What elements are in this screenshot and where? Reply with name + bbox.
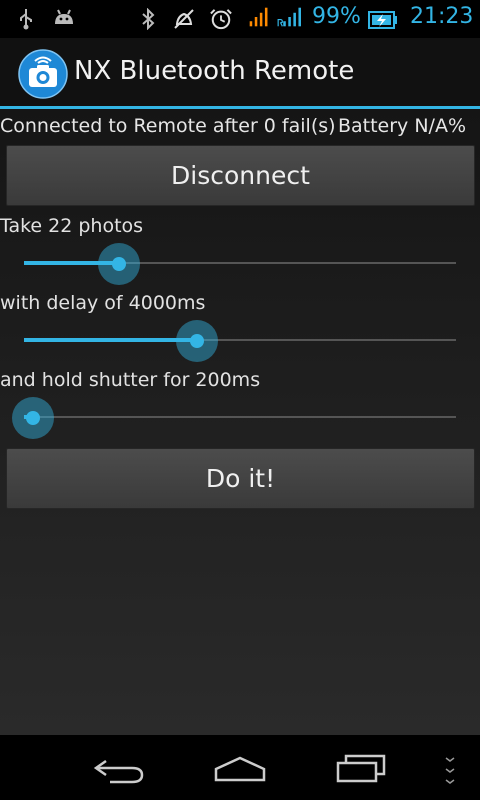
mute-icon [174,9,194,29]
main-content: Connected to Remote after 0 fail(s) Batt… [0,109,480,735]
shutter-hold-slider[interactable] [12,397,456,439]
delay-slider[interactable] [24,320,456,362]
connection-status: Connected to Remote after 0 fail(s) [0,115,336,137]
status-bar: 99% 21:23 [0,0,480,38]
battery-charging-icon [368,11,397,29]
delay-label: with delay of 4000ms [0,292,206,314]
android-debug-icon [55,9,73,24]
bluetooth-icon [142,8,155,30]
do-it-button[interactable]: Do it! [6,448,475,509]
slider-thumb[interactable] [190,334,204,348]
roaming-signal-icon [277,7,301,27]
slider-thumb[interactable] [26,411,40,425]
slider-fill [24,338,197,342]
signal-icon [249,7,268,27]
back-icon[interactable] [92,755,148,785]
battery-status: Battery N/A% [337,115,466,137]
slider-thumb[interactable] [112,257,126,271]
alarm-icon [210,9,232,30]
shutter-hold-label: and hold shutter for 200ms [0,369,261,391]
photos-count-label: Take 22 photos [0,215,144,237]
app-title: NX Bluetooth Remote [74,56,355,86]
home-icon[interactable] [212,755,268,783]
battery-percent: 99% [312,4,361,29]
usb-icon [20,9,32,30]
recent-apps-icon[interactable] [334,753,388,783]
disconnect-button[interactable]: Disconnect [6,145,475,206]
menu-icon[interactable] [440,755,460,787]
action-bar: NX Bluetooth Remote [0,38,480,106]
clock: 21:23 [410,4,474,29]
navigation-bar [0,735,480,800]
camera-wifi-icon[interactable] [18,49,68,99]
photos-count-slider[interactable] [24,243,456,285]
slider-track [24,416,456,418]
